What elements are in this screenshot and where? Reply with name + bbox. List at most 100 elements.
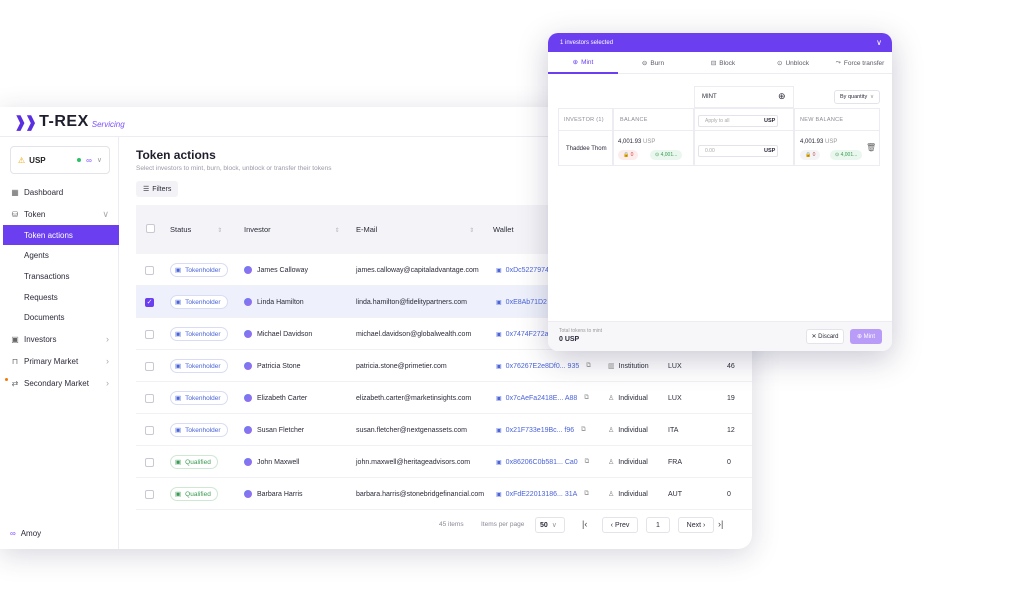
wallet-address[interactable]: 0x21F733e19Bc... f96 <box>506 427 575 434</box>
wallet-address[interactable]: 0xDc5227974 <box>506 267 549 274</box>
row-checkbox[interactable] <box>145 446 154 478</box>
row-checkbox[interactable] <box>145 478 154 510</box>
sidebar-item-label: Token actions <box>24 230 73 240</box>
investor-name[interactable]: Barbara Harris <box>257 491 303 498</box>
tab-burn[interactable]: ⊖ Burn <box>618 52 688 74</box>
column-investor[interactable]: Investor ⇕ <box>244 225 340 234</box>
country-cell: AUT <box>668 490 682 498</box>
notification-dot <box>5 378 8 381</box>
trash-icon[interactable]: 🗑 <box>866 143 876 152</box>
bag-icon: ⊓ <box>11 356 19 366</box>
sidebar-item-transactions[interactable]: Transactions <box>0 266 119 286</box>
column-email[interactable]: E-Mail ⇕ <box>356 225 474 234</box>
mint-button[interactable]: ⊕ Mint <box>850 329 882 344</box>
sidebar-item-investors[interactable]: ▣ Investors › <box>0 329 119 349</box>
sidebar-item-token-actions[interactable]: Token actions <box>3 225 119 245</box>
logo-text: T-REX <box>39 112 89 130</box>
row-checkbox[interactable] <box>145 254 154 286</box>
investor-name[interactable]: James Calloway <box>257 267 308 274</box>
investor-type: Individual <box>618 426 648 434</box>
chevron-down-icon[interactable]: ∨ <box>876 38 882 47</box>
wallet-address[interactable]: 0xFdE22013186... 31A <box>506 491 578 498</box>
wallet-icon: ▣ <box>496 363 502 370</box>
copy-icon[interactable]: ⧉ <box>586 362 591 370</box>
table-row[interactable]: ▣ Qualified Barbara Harris barbara.harris@s… <box>136 478 752 510</box>
token-selector[interactable]: ⚠ USP ∞ ∨ <box>10 146 110 174</box>
wallet-address[interactable]: 0x7cAeFa2418E... A88 <box>506 395 578 402</box>
tab-mint[interactable]: ⊕ Mint <box>548 52 618 74</box>
sort-select[interactable]: By quantity ∨ <box>834 90 880 104</box>
row-checkbox[interactable] <box>145 350 154 382</box>
network-indicator[interactable]: ∞ Amoy <box>10 529 41 538</box>
investor-name[interactable]: Michael Davidson <box>257 331 312 338</box>
free-chip: ⊙ 4,001... <box>650 150 683 160</box>
link-icon: ∞ <box>86 155 92 165</box>
row-checkbox[interactable] <box>145 382 154 414</box>
chevron-right-icon: › <box>106 334 109 344</box>
tab-unblock[interactable]: ⊙ Unblock <box>758 52 828 74</box>
discard-button[interactable]: ✕ Discard <box>806 329 844 344</box>
row-checkbox[interactable]: ✓ <box>145 286 154 318</box>
copy-icon[interactable]: ⧉ <box>584 490 589 498</box>
wallet-address[interactable]: 0xE8Ab71D2 <box>506 299 547 306</box>
items-count: 45 items <box>439 521 464 528</box>
balance-cell: 0 <box>727 490 731 498</box>
copy-icon[interactable]: ⧉ <box>585 458 590 466</box>
sidebar-item-primary-market[interactable]: ⊓ Primary Market › <box>0 351 119 371</box>
table-row[interactable]: ▣ Tokenholder Susan Fletcher susan.fletcher… <box>136 414 752 446</box>
prev-button[interactable]: ‹ Prev <box>602 517 638 533</box>
sidebar-item-agents[interactable]: Agents <box>0 245 119 265</box>
table-row[interactable]: ▣ Qualified John Maxwell john.maxwell@herit… <box>136 446 752 478</box>
add-circle-icon[interactable]: ⊕ <box>778 91 786 102</box>
copy-icon[interactable]: ⧉ <box>584 394 589 402</box>
table-row[interactable]: ▣ Tokenholder Elizabeth Carter elizabeth.ca… <box>136 382 752 414</box>
investor-name[interactable]: Elizabeth Carter <box>257 395 307 402</box>
table-row[interactable]: ▣ Tokenholder Patricia Stone patricia.stone… <box>136 350 752 382</box>
sidebar-item-secondary-market[interactable]: ⇄ Secondary Market › <box>0 373 119 393</box>
investor-name[interactable]: Linda Hamilton <box>257 299 304 306</box>
select-all-checkbox[interactable] <box>146 224 155 233</box>
id-card-icon: ▣ <box>175 299 182 306</box>
sidebar-item-documents[interactable]: Documents <box>0 307 119 327</box>
investor-name[interactable]: Patricia Stone <box>257 363 301 370</box>
page-title: Token actions <box>136 148 216 162</box>
first-page-icon[interactable]: |‹ <box>582 519 587 529</box>
last-page-icon[interactable]: ›| <box>718 519 723 529</box>
tab-force-transfer[interactable]: ⤳ Force transfer <box>828 52 892 74</box>
country-cell: LUX <box>668 394 682 402</box>
row-checkbox[interactable] <box>145 414 154 446</box>
panel-header[interactable]: 1 investors selected ∨ <box>548 33 892 52</box>
action-select[interactable]: MINT <box>702 94 717 100</box>
sidebar-item-token[interactable]: ⛁ Token ∨ <box>0 204 119 224</box>
chevron-down-icon: ∨ <box>96 157 102 164</box>
page-input[interactable]: 1 <box>646 517 670 533</box>
next-button[interactable]: Next › <box>678 517 714 533</box>
column-wallet[interactable]: Wallet <box>493 225 514 234</box>
items-per-page-select[interactable]: 50 ∨ <box>535 517 565 533</box>
column-status[interactable]: Status ⇕ <box>170 225 222 234</box>
investor-name[interactable]: John Maxwell <box>257 459 299 466</box>
sort-icon: ⇕ <box>469 228 475 234</box>
id-card-icon: ▣ <box>175 331 182 338</box>
wallet-address[interactable]: 0x86206C0b581... Ca0 <box>506 459 578 466</box>
chevron-right-icon: › <box>106 356 109 366</box>
id-card-icon: ▣ <box>175 491 182 498</box>
person-icon: ♙ <box>608 427 615 434</box>
panel-footer: Total tokens to mint 0 USP ✕ Discard ⊕ M… <box>548 321 892 351</box>
tab-block[interactable]: ⊟ Block <box>688 52 758 74</box>
sidebar-item-dashboard[interactable]: ▦ Dashboard <box>0 182 119 202</box>
wallet-address[interactable]: 0x76267E2e8Df0... 935 <box>506 363 580 370</box>
avatar <box>244 362 252 370</box>
investor-type: Individual <box>618 490 648 498</box>
unlock-icon: ⊙ <box>777 60 783 67</box>
action-tabs: ⊕ Mint ⊖ Burn ⊟ Block ⊙ Unblock ⤳ Force trans… <box>548 52 892 74</box>
filters-button[interactable]: ☰ Filters <box>136 181 179 197</box>
token-name: USP <box>29 155 46 165</box>
sidebar-item-requests[interactable]: Requests <box>0 287 119 307</box>
sort-icon: ⇕ <box>217 228 223 234</box>
chevron-down-icon: ∨ <box>551 522 557 529</box>
row-checkbox[interactable] <box>145 318 154 350</box>
wallet-address[interactable]: 0x7474F272a <box>506 331 549 338</box>
investor-name[interactable]: Susan Fletcher <box>257 427 304 434</box>
copy-icon[interactable]: ⧉ <box>581 426 586 434</box>
